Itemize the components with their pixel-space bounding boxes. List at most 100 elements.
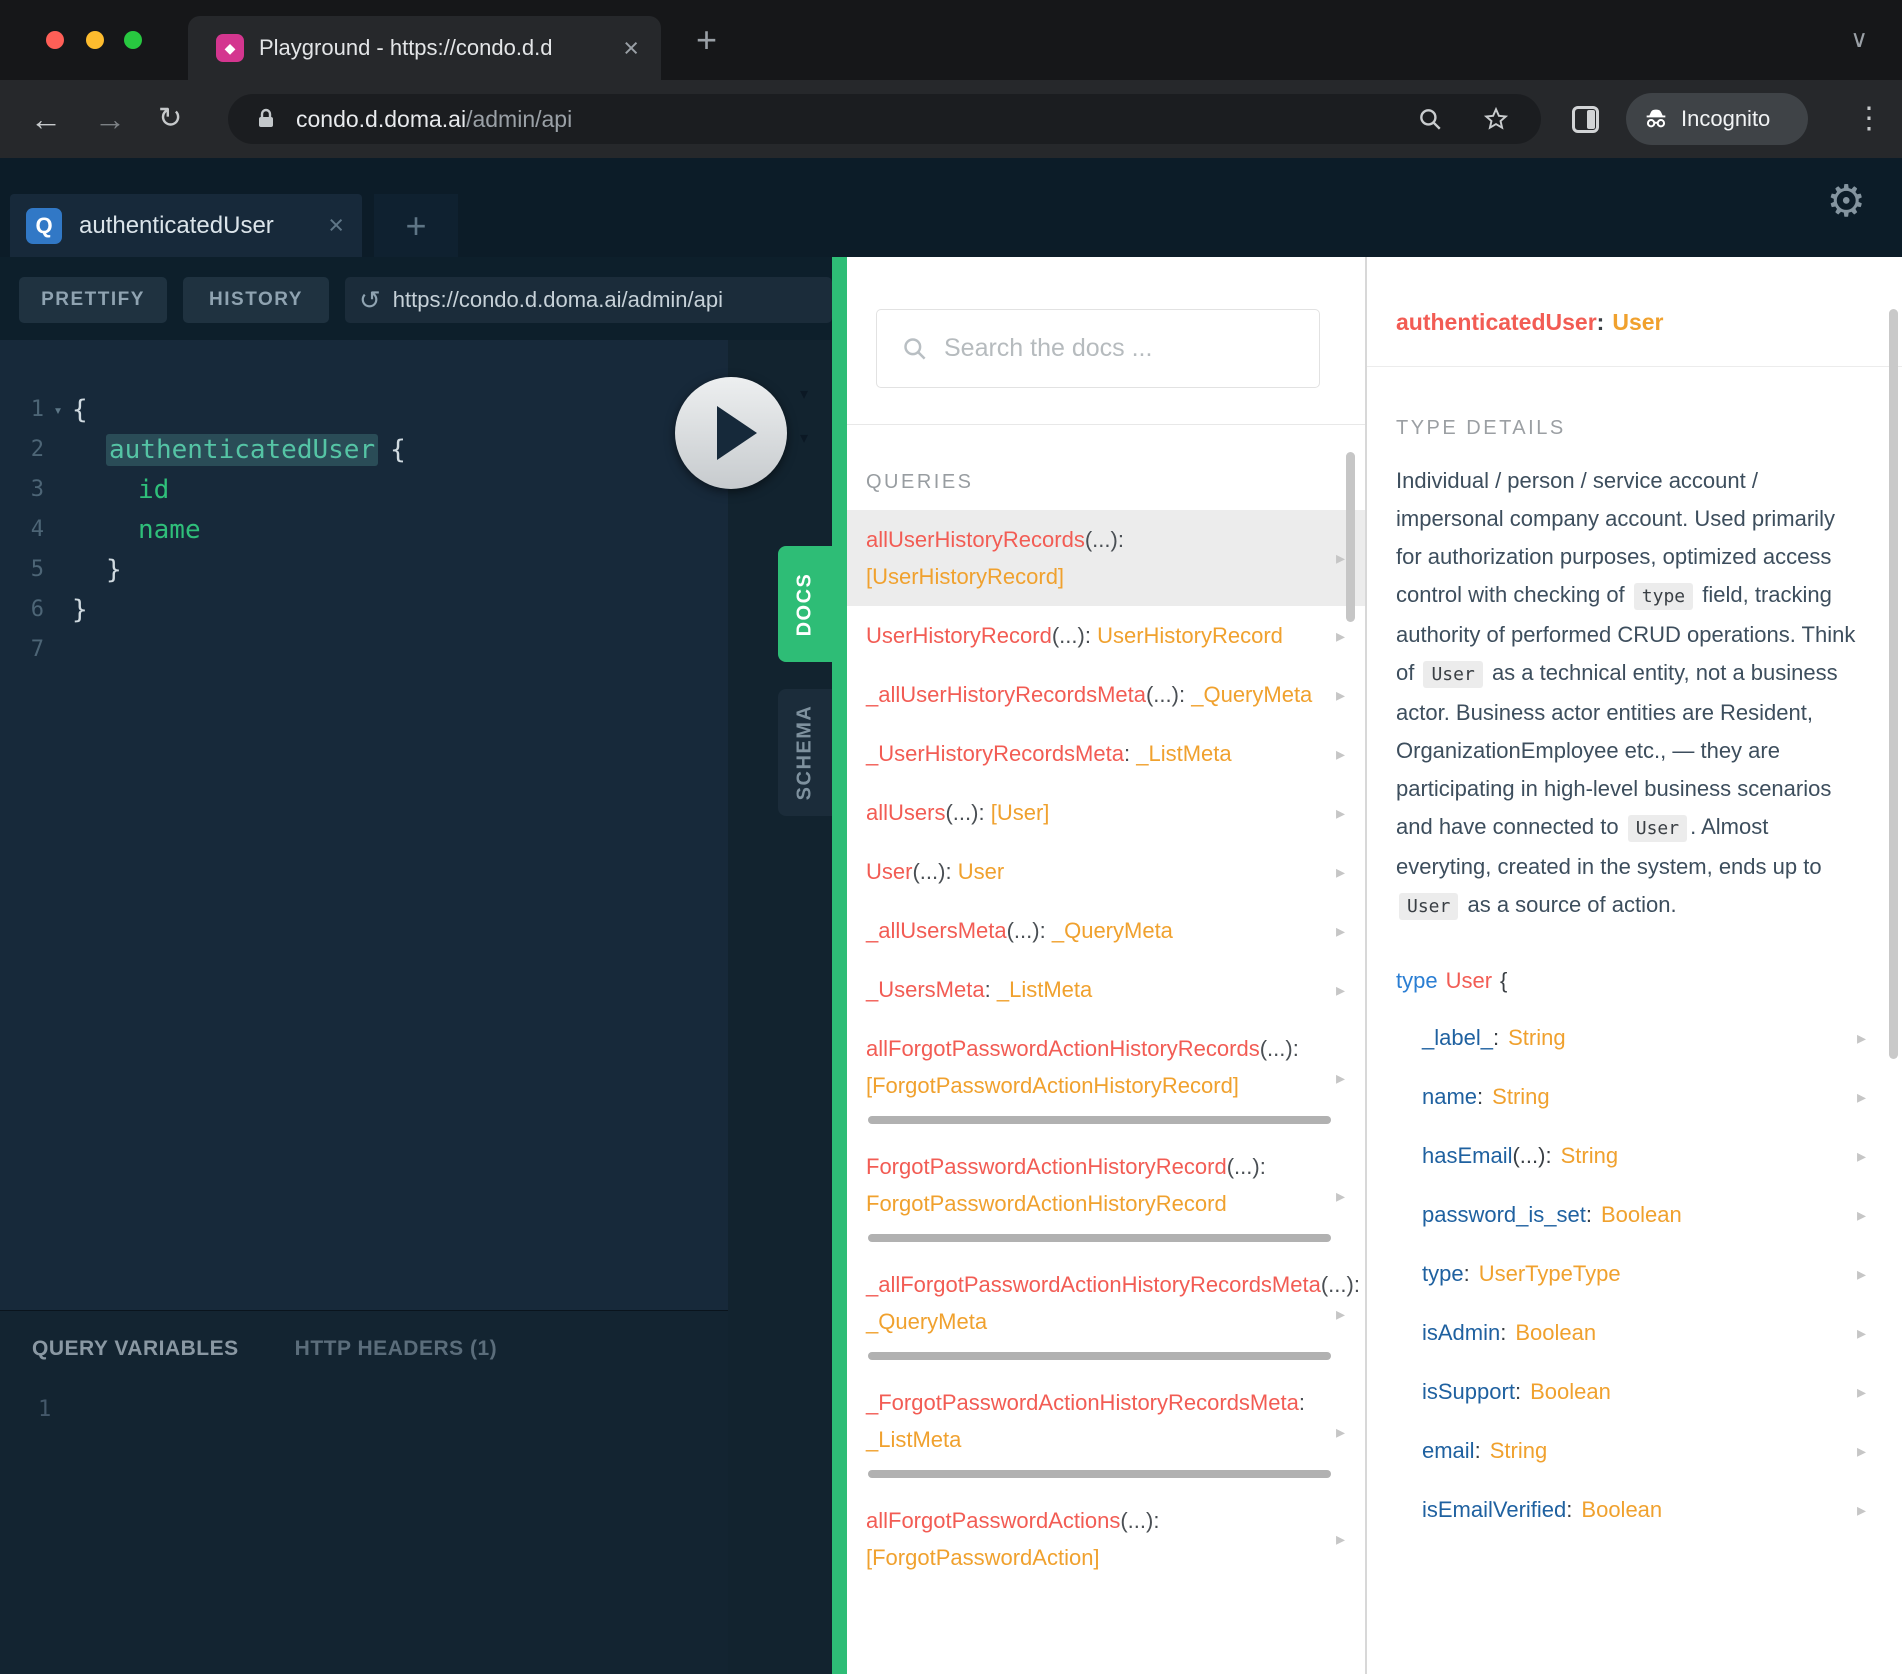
type-field-row[interactable]: _label_:String ▸	[1422, 1008, 1866, 1067]
back-button[interactable]: ←	[30, 103, 62, 135]
details-scrollbar[interactable]	[1889, 309, 1898, 1059]
pane-divider[interactable]	[832, 257, 847, 1674]
query-args: (...)	[1052, 623, 1085, 648]
query-item[interactable]: _ForgotPasswordActionHistoryRecordsMeta:…	[847, 1373, 1365, 1491]
horizontal-scrollbar[interactable]	[868, 1234, 1331, 1242]
browser-tab[interactable]: ◆ Playground - https://condo.d.d ×	[188, 16, 661, 80]
query-item[interactable]: _allForgotPasswordActionHistoryRecordsMe…	[847, 1255, 1365, 1373]
variables-line-number: 1	[38, 1397, 728, 1422]
query-editor[interactable]: 1 ▾ { 2 authenticatedUser{ 3 id 4	[0, 340, 728, 1310]
playground-tab-close-icon[interactable]: ×	[328, 212, 344, 239]
horizontal-scrollbar[interactable]	[868, 1470, 1331, 1478]
chevron-right-icon: ▸	[1336, 1069, 1345, 1087]
query-item[interactable]: _UsersMeta: _ListMeta ▸	[847, 960, 1365, 1019]
query-item[interactable]: _allUsersMeta(...): _QueryMeta ▸	[847, 901, 1365, 960]
chevron-right-icon: ▸	[1857, 1206, 1866, 1224]
field-name: email	[1422, 1438, 1475, 1463]
endpoint-input[interactable]: ↺ https://condo.d.doma.ai/admin/api	[345, 277, 832, 323]
lock-icon[interactable]	[254, 107, 278, 131]
docs-search-box	[876, 309, 1320, 388]
docs-side-tab[interactable]: DOCS	[778, 546, 832, 662]
tab-search-chevron-icon[interactable]: ∨	[1850, 28, 1868, 52]
browser-toolbar: ← → ↻ condo.d.doma.ai/admin/api Incognit…	[0, 80, 1902, 158]
type-field-row[interactable]: name:String ▸	[1422, 1067, 1866, 1126]
http-headers-tab[interactable]: HTTP HEADERS (1)	[295, 1337, 497, 1361]
query-type: [ForgotPasswordAction]	[866, 1545, 1100, 1570]
docs-search-input[interactable]	[944, 334, 1284, 363]
horizontal-scrollbar[interactable]	[868, 1116, 1331, 1124]
browser-tab-title: Playground - https://condo.d.d	[259, 35, 615, 61]
type-field-row[interactable]: password_is_set:Boolean ▸	[1422, 1185, 1866, 1244]
type-field-row[interactable]: email:String ▸	[1422, 1421, 1866, 1480]
horizontal-scrollbar[interactable]	[868, 1352, 1331, 1360]
details-header: authenticatedUser:User	[1367, 257, 1902, 367]
playground-tab[interactable]: Q authenticatedUser ×	[10, 194, 362, 257]
field-type: Boolean	[1581, 1497, 1662, 1522]
query-colon: :	[1085, 623, 1091, 648]
query-type: ForgotPasswordActionHistoryRecord	[866, 1191, 1227, 1216]
query-item[interactable]: allForgotPasswordActions(...): [ForgotPa…	[847, 1491, 1365, 1587]
chevron-right-icon: ▸	[1336, 745, 1345, 763]
query-name: allUsers	[866, 800, 945, 825]
playground-new-tab-button[interactable]: +	[374, 194, 458, 257]
type-field-row[interactable]: type:UserTypeType ▸	[1422, 1244, 1866, 1303]
settings-gear-icon[interactable]: ⚙	[1827, 180, 1866, 224]
query-name: UserHistoryRecord	[866, 623, 1052, 648]
operation-caret-icon[interactable]: ▾	[800, 387, 808, 403]
code-token: }	[72, 590, 88, 630]
window-minimize-button[interactable]	[86, 31, 104, 49]
type-keyword: type	[1396, 968, 1438, 993]
graphql-playground: ⚙ Q authenticatedUser × + PRETTIFY HISTO…	[0, 158, 1902, 1674]
type-field-row[interactable]: isEmailVerified:Boolean ▸	[1422, 1480, 1866, 1539]
query-name: _UsersMeta	[866, 977, 985, 1002]
chevron-right-icon: ▸	[1336, 804, 1345, 822]
chevron-right-icon: ▸	[1336, 863, 1345, 881]
zoom-icon[interactable]	[1417, 106, 1443, 137]
query-colon: :	[1124, 741, 1130, 766]
line-number: 3	[0, 470, 44, 510]
url-path: /admin/api	[466, 106, 572, 132]
new-tab-button[interactable]: +	[696, 22, 717, 58]
query-item[interactable]: User(...): User ▸	[847, 842, 1365, 901]
window-close-button[interactable]	[46, 31, 64, 49]
query-item[interactable]: allUsers(...): [User] ▸	[847, 783, 1365, 842]
query-item[interactable]: _UserHistoryRecordsMeta: _ListMeta ▸	[847, 724, 1365, 783]
code-token: {	[390, 435, 406, 465]
query-item[interactable]: ForgotPasswordActionHistoryRecord(...): …	[847, 1137, 1365, 1255]
query-name: _allUserHistoryRecordsMeta	[866, 682, 1146, 707]
query-item[interactable]: UserHistoryRecord(...): UserHistoryRecor…	[847, 606, 1365, 665]
docs-scrollbar[interactable]	[1346, 452, 1355, 622]
inline-code: User	[1423, 661, 1482, 688]
query-item[interactable]: _allUserHistoryRecordsMeta(...): _QueryM…	[847, 665, 1365, 724]
reload-button[interactable]: ↻	[158, 105, 182, 134]
type-field-row[interactable]: hasEmail(...):String ▸	[1422, 1126, 1866, 1185]
address-bar[interactable]: condo.d.doma.ai/admin/api	[228, 94, 1541, 144]
schema-side-tab[interactable]: SCHEMA	[778, 689, 832, 816]
search-icon	[901, 335, 928, 362]
type-field-row[interactable]: isSupport:Boolean ▸	[1422, 1362, 1866, 1421]
query-item[interactable]: allForgotPasswordActionHistoryRecords(..…	[847, 1019, 1365, 1137]
prettify-button[interactable]: PRETTIFY	[19, 277, 167, 323]
type-fields: _label_:String ▸ name:String ▸ hasEmail(…	[1367, 1008, 1902, 1539]
reset-endpoint-icon[interactable]: ↺	[359, 287, 381, 313]
editor-pane: PRETTIFY HISTORY ↺ https://condo.d.doma.…	[0, 257, 832, 1674]
execute-query-button[interactable]	[675, 377, 787, 489]
fold-caret-icon[interactable]: ▾	[44, 390, 72, 430]
code-token: }	[72, 550, 122, 590]
history-button[interactable]: HISTORY	[183, 277, 329, 323]
endpoint-url: https://condo.d.doma.ai/admin/api	[393, 287, 723, 313]
side-panel-icon[interactable]	[1572, 106, 1599, 133]
type-field-row[interactable]: isAdmin:Boolean ▸	[1422, 1303, 1866, 1362]
tab-close-icon[interactable]: ×	[623, 35, 639, 62]
operation-caret-icon[interactable]: ▾	[800, 431, 808, 447]
query-colon: :	[1354, 1272, 1360, 1297]
bookmark-star-icon[interactable]	[1483, 106, 1509, 137]
window-zoom-button[interactable]	[124, 31, 142, 49]
chevron-right-icon: ▸	[1336, 627, 1345, 645]
browser-menu-icon[interactable]: ⋮	[1854, 104, 1884, 134]
forward-button[interactable]: →	[94, 103, 126, 135]
query-variables-tab[interactable]: QUERY VARIABLES	[32, 1337, 239, 1361]
query-item[interactable]: allUserHistoryRecords(...): [UserHistory…	[847, 510, 1365, 606]
chevron-right-icon: ▸	[1857, 1501, 1866, 1519]
query-name: ForgotPasswordActionHistoryRecord	[866, 1154, 1227, 1179]
